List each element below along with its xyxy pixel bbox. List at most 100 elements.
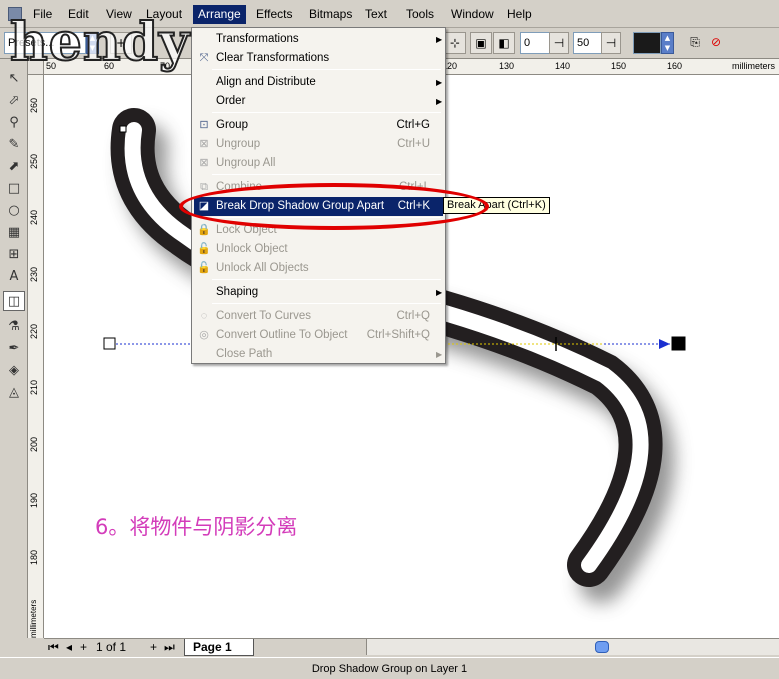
app-icon[interactable] (8, 7, 22, 21)
menu-view[interactable]: View (101, 5, 137, 24)
menu-text[interactable]: Text (360, 5, 392, 24)
opacity-slider-button[interactable]: ⊣ (549, 32, 569, 54)
menu-item-label: Convert Outline To Object (216, 329, 348, 341)
horizontal-scrollbar[interactable] (366, 639, 779, 655)
menu-bitmaps[interactable]: Bitmaps (304, 5, 357, 24)
h-tick: 60 (104, 61, 115, 71)
feather-slider-button[interactable]: ⊣ (601, 32, 621, 54)
interactive-fill-tool-icon[interactable]: ◬ (3, 383, 25, 403)
v-tick: 190 (29, 492, 39, 508)
menu-layout[interactable]: Layout (141, 5, 187, 24)
menu-item-ungroup[interactable]: ⊠ Ungroup Ctrl+U (194, 135, 443, 154)
menu-item-label: Close Path (216, 348, 273, 360)
pick-tool-icon[interactable]: ↖ (3, 69, 25, 89)
ellipse-tool-icon[interactable]: ○ (3, 201, 25, 221)
menu-separator (212, 112, 441, 113)
menu-item-convert-outline-to-object[interactable]: ◎ Convert Outline To Object Ctrl+Shift+Q (194, 326, 443, 345)
menu-item-shortcut: Ctrl+K (397, 200, 430, 212)
graph-paper-tool-icon[interactable]: ▦ (3, 223, 25, 243)
shadow-color-swatch[interactable] (633, 32, 661, 54)
fill-tool-icon[interactable]: ◈ (3, 361, 25, 381)
menu-item-ungroup-all[interactable]: ⊠ Ungroup All (194, 154, 443, 173)
menu-item-shortcut: Ctrl+Shift+Q (366, 329, 430, 341)
menu-item-shortcut: Ctrl+G (396, 119, 430, 131)
menu-edit[interactable]: Edit (63, 5, 94, 24)
menu-item-align-and-distribute[interactable]: Align and Distribute ▶ (194, 73, 443, 92)
menu-item-combine[interactable]: ⧉ Combine Ctrl+L (194, 178, 443, 197)
copy-shadow-icon[interactable]: ⎘ (684, 32, 706, 54)
menu-arrange[interactable]: Arrange (193, 5, 246, 24)
menu-item-close-path[interactable]: Close Path ▶ (194, 345, 443, 364)
presets-dropdown[interactable]: Presets... (4, 32, 86, 54)
text-tool-icon[interactable]: A (3, 267, 25, 287)
menu-help[interactable]: Help (502, 5, 537, 24)
v-tick: 200 (29, 436, 39, 452)
eyedropper-tool-icon[interactable]: ⚗ (3, 317, 25, 337)
menu-item-convert-to-curves[interactable]: ◌ Convert To Curves Ctrl+Q (194, 307, 443, 326)
submenu-arrow-icon: ▶ (436, 78, 443, 87)
shadow-color-arrow[interactable]: ▲ ▼ (661, 32, 674, 54)
lock-icon: 🔒 (197, 224, 211, 236)
menu-tooltip: Break Apart (Ctrl+K) (443, 197, 550, 214)
menu-item-shortcut: Ctrl+U (397, 138, 430, 150)
menu-bar: File Edit View Layout Arrange Effects Bi… (0, 0, 779, 28)
add-page-after-icon[interactable]: + (150, 640, 157, 654)
menu-item-transformations[interactable]: Transformations ▶ (194, 30, 443, 49)
basic-shapes-tool-icon[interactable]: ⊞ (3, 245, 25, 265)
menu-item-shortcut: Ctrl+L (399, 181, 430, 193)
menu-effects[interactable]: Effects (251, 5, 297, 24)
menu-item-label: Clear Transformations (216, 52, 330, 64)
zoom-tool-icon[interactable]: ⚲ (3, 113, 25, 133)
menu-item-label: Ungroup (216, 138, 261, 150)
shadow-edge-button[interactable]: ▣ (470, 32, 492, 54)
menu-separator (212, 174, 441, 175)
add-preset-button[interactable]: + (110, 32, 132, 54)
menu-separator (212, 279, 441, 280)
menu-item-unlock-all-objects[interactable]: 🔓 Unlock All Objects (194, 259, 443, 278)
menu-item-label: Unlock Object (216, 243, 288, 255)
submenu-arrow-icon: ▶ (436, 97, 443, 106)
menu-tools[interactable]: Tools (401, 5, 439, 24)
menu-item-unlock-object[interactable]: 🔓 Unlock Object (194, 240, 443, 259)
group-icon: ⊡ (199, 119, 209, 131)
menu-item-clear-transformations[interactable]: ⤧ Clear Transformations (194, 49, 443, 68)
h-tick: 50 (46, 61, 57, 71)
prev-page-icon[interactable]: ◂ (66, 640, 72, 654)
v-tick: 240 (29, 209, 39, 225)
menu-item-label: Group (216, 119, 248, 131)
smart-fill-tool-icon[interactable]: ⬈ (3, 157, 25, 177)
interactive-tool-icon[interactable]: ◫ (3, 291, 25, 311)
v-tick: 180 (29, 549, 39, 565)
ruler-corner[interactable] (28, 59, 44, 75)
menu-window[interactable]: Window (446, 5, 499, 24)
freehand-tool-icon[interactable]: ✎ (3, 135, 25, 155)
feather-field[interactable]: 50 (573, 32, 603, 54)
add-page-icon[interactable]: + (80, 640, 87, 654)
shadow-direction-button[interactable]: ⊹ (444, 32, 466, 54)
menu-file[interactable]: File (28, 5, 57, 24)
coreldraw-window: File Edit View Layout Arrange Effects Bi… (0, 0, 779, 679)
rectangle-tool-icon[interactable]: □ (3, 179, 25, 199)
h-tick: 140 (555, 61, 571, 71)
menu-item-order[interactable]: Order ▶ (194, 92, 443, 111)
menu-item-shaping[interactable]: Shaping ▶ (194, 283, 443, 302)
page-nav-corner (0, 638, 44, 657)
submenu-arrow-icon: ▶ (436, 288, 443, 297)
menu-separator (212, 217, 441, 218)
menu-item-group[interactable]: ⊡ Group Ctrl+G (194, 116, 443, 135)
page-tab-1[interactable]: Page 1 (184, 639, 254, 656)
canvas-annotation-text: 6。将物件与阴影分离 (95, 515, 298, 539)
shape-tool-icon[interactable]: ⬀ (3, 91, 25, 111)
menu-item-label: Align and Distribute (216, 76, 316, 88)
scrollbar-thumb[interactable] (595, 641, 609, 653)
vertical-ruler[interactable]: 260 250 240 230 220 210 200 190 180 mill… (28, 75, 44, 642)
menu-item-lock-object[interactable]: 🔒 Lock Object (194, 221, 443, 240)
menu-item-break-drop-shadow-group-apart[interactable]: ◪ Break Drop Shadow Group Apart Ctrl+K (194, 197, 443, 216)
first-page-icon[interactable]: ⏮ (48, 640, 59, 655)
last-page-icon[interactable]: ⏭ (164, 640, 175, 655)
menu-item-label: Shaping (216, 286, 259, 298)
clear-shadow-icon[interactable]: ⊘ (705, 32, 727, 54)
shadow-fade-button[interactable]: ◧ (493, 32, 515, 54)
outline-tool-icon[interactable]: ✒ (3, 339, 25, 359)
presets-arrow[interactable]: ▲ ▼ (86, 32, 99, 54)
